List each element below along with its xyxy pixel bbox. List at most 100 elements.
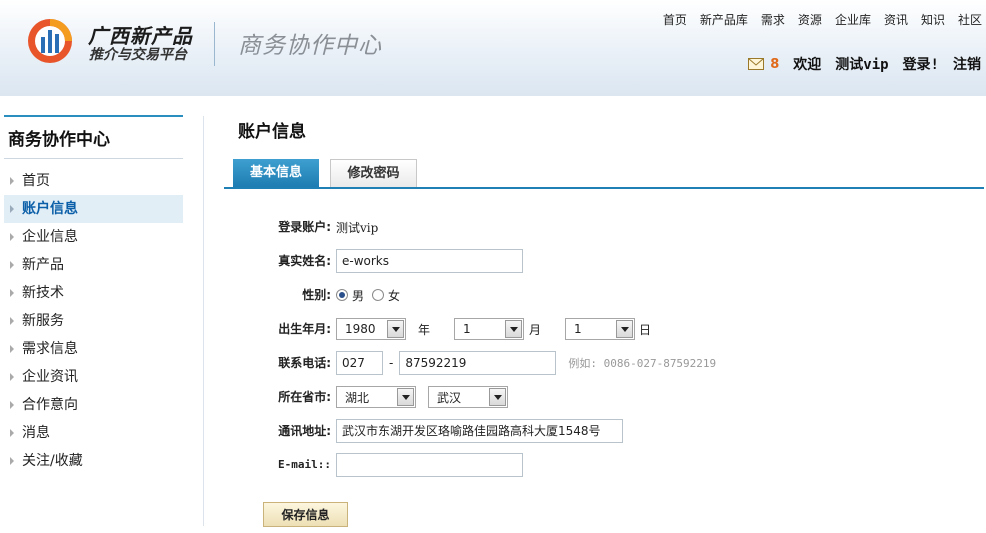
address-input[interactable]: 武汉市东湖开发区珞喻路佳园路高科大厦1548号 xyxy=(336,419,623,443)
chevron-right-icon xyxy=(10,345,14,353)
realname-label: 真实姓名: xyxy=(278,254,331,268)
birth-year-value: 1980 xyxy=(345,322,376,336)
sidebar-item-new-products[interactable]: 新产品 xyxy=(4,251,183,279)
birth-year-select[interactable]: 1980 xyxy=(336,318,406,340)
chevron-right-icon xyxy=(10,401,14,409)
sidebar-item-cooperation[interactable]: 合作意向 xyxy=(4,391,183,419)
nav-resources[interactable]: 资源 xyxy=(798,11,822,28)
sidebar-item-label: 企业信息 xyxy=(22,229,78,245)
chevron-right-icon xyxy=(10,457,14,465)
nav-new-products[interactable]: 新产品库 xyxy=(700,11,748,28)
phone-wrap: 027 - 87592219 例如: 0086-027-87592219 xyxy=(336,351,716,375)
logout-link[interactable]: 注销 xyxy=(953,54,981,74)
user-bar: 8 欢迎 测试vip 登录! 注销 xyxy=(748,54,981,74)
chevron-right-icon xyxy=(10,233,14,241)
account-value: 测试vip xyxy=(336,220,379,235)
save-button[interactable]: 保存信息 xyxy=(263,502,348,527)
tab-underline xyxy=(224,187,984,189)
chevron-right-icon xyxy=(10,429,14,437)
nav-community[interactable]: 社区 xyxy=(958,11,982,28)
header: 广西新产品 推介与交易平台 商务协作中心 首页 新产品库 需求 资源 企业库 资… xyxy=(0,0,986,96)
sidebar-item-home[interactable]: 首页 xyxy=(4,167,183,195)
chevron-right-icon xyxy=(10,261,14,269)
realname-wrap: e-works xyxy=(336,249,523,273)
city-value: 武汉 xyxy=(437,390,462,405)
birth-label: 出生年月: xyxy=(278,322,331,336)
sidebar-item-favorites[interactable]: 关注/收藏 xyxy=(4,447,183,475)
nav-knowledge[interactable]: 知识 xyxy=(921,11,945,28)
tab-change-password[interactable]: 修改密码 xyxy=(330,159,417,188)
birth-year-unit: 年 xyxy=(418,322,431,337)
address-wrap: 武汉市东湖开发区珞喻路佳园路高科大厦1548号 xyxy=(336,419,623,443)
province-select[interactable]: 湖北 xyxy=(336,386,416,408)
phone-area-input[interactable]: 027 xyxy=(336,351,383,375)
nav-news[interactable]: 资讯 xyxy=(884,11,908,28)
chevron-down-icon[interactable] xyxy=(505,320,523,338)
birth-wrap: 1980 年 1 月 1 日 xyxy=(336,317,651,341)
sidebar-item-new-tech[interactable]: 新技术 xyxy=(4,279,183,307)
center-title: 商务协作中心 xyxy=(238,33,382,59)
phone-label: 联系电话: xyxy=(278,356,331,370)
chevron-right-icon xyxy=(10,177,14,185)
sidebar-item-label: 新技术 xyxy=(22,285,64,301)
login-link[interactable]: 登录! xyxy=(903,54,939,74)
sidebar-item-new-services[interactable]: 新服务 xyxy=(4,307,183,335)
address-label: 通讯地址: xyxy=(278,424,331,438)
tab-basic-info[interactable]: 基本信息 xyxy=(233,159,319,188)
gender-female-label: 女 xyxy=(388,288,401,303)
sidebar-menu: 首页 账户信息 企业信息 新产品 新技术 新服务 需求信息 企业资讯 合作意向 … xyxy=(4,167,183,475)
birth-day-select[interactable]: 1 xyxy=(565,318,636,340)
chevron-down-icon[interactable] xyxy=(397,388,414,406)
sidebar-item-label: 需求信息 xyxy=(22,341,78,357)
welcome-text: 欢迎 xyxy=(793,57,822,73)
gender-label: 性别: xyxy=(302,288,331,302)
province-value: 湖北 xyxy=(345,390,370,405)
birth-month-unit: 月 xyxy=(529,322,542,337)
nav-companies[interactable]: 企业库 xyxy=(835,11,871,28)
sidebar-item-label: 新服务 xyxy=(22,313,64,329)
sidebar-item-account-info[interactable]: 账户信息 xyxy=(4,195,183,223)
top-nav: 首页 新产品库 需求 资源 企业库 资讯 知识 社区 xyxy=(650,11,982,28)
chevron-down-icon[interactable] xyxy=(489,388,506,406)
birth-day-unit: 日 xyxy=(639,322,652,337)
sidebar-item-label: 关注/收藏 xyxy=(22,453,83,469)
chevron-right-icon xyxy=(10,289,14,297)
logo-subtitle: 推介与交易平台 xyxy=(89,47,187,63)
sidebar-item-label: 首页 xyxy=(22,173,50,189)
chevron-down-icon[interactable] xyxy=(616,320,634,338)
account-value-wrap: 测试vip xyxy=(336,215,378,239)
birth-month-select[interactable]: 1 xyxy=(454,318,525,340)
sidebar-item-company-news[interactable]: 企业资讯 xyxy=(4,363,183,391)
sidebar-item-label: 账户信息 xyxy=(22,201,78,217)
realname-input[interactable]: e-works xyxy=(336,249,523,273)
gender-male-radio[interactable] xyxy=(336,289,348,301)
page: 广西新产品 推介与交易平台 商务协作中心 首页 新产品库 需求 资源 企业库 资… xyxy=(0,0,986,533)
mail-count-badge[interactable]: 8 xyxy=(770,57,779,72)
tab-bar: 基本信息 修改密码 xyxy=(233,159,417,188)
sidebar-item-messages[interactable]: 消息 xyxy=(4,419,183,447)
mail-icon[interactable] xyxy=(748,58,765,70)
logo-divider xyxy=(214,22,215,66)
chevron-right-icon xyxy=(10,373,14,381)
city-select[interactable]: 武汉 xyxy=(428,386,508,408)
birth-day-value: 1 xyxy=(574,322,582,336)
email-wrap xyxy=(336,453,523,477)
nav-home[interactable]: 首页 xyxy=(663,11,687,28)
sidebar-item-company-info[interactable]: 企业信息 xyxy=(4,223,183,251)
logo-icon xyxy=(28,19,72,63)
email-input[interactable] xyxy=(336,453,523,477)
gender-female-radio[interactable] xyxy=(372,289,385,301)
chevron-down-icon[interactable] xyxy=(387,320,404,338)
sidebar-item-label: 企业资讯 xyxy=(22,369,78,385)
phone-number-input[interactable]: 87592219 xyxy=(399,351,557,375)
page-title: 账户信息 xyxy=(238,122,306,142)
sidebar: 商务协作中心 首页 账户信息 企业信息 新产品 新技术 新服务 需求信息 企业资… xyxy=(4,115,183,475)
sidebar-divider xyxy=(203,116,204,526)
sidebar-item-demand-info[interactable]: 需求信息 xyxy=(4,335,183,363)
chevron-right-icon xyxy=(10,317,14,325)
gender-male-label: 男 xyxy=(352,288,365,303)
nav-demand[interactable]: 需求 xyxy=(761,11,785,28)
gender-wrap: 男 女 xyxy=(336,283,400,307)
sidebar-item-label: 消息 xyxy=(22,425,50,441)
account-label: 登录账户: xyxy=(278,220,331,234)
